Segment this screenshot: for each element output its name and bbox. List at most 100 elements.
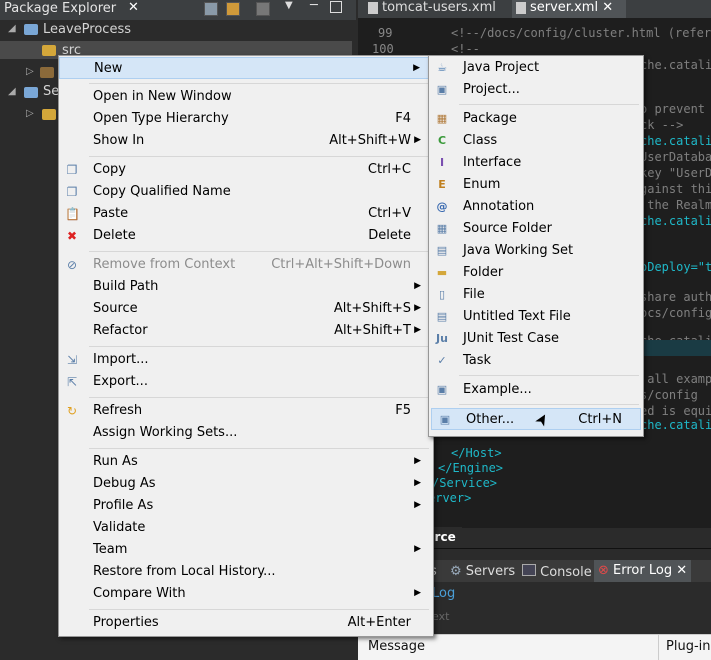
menu-item-label: Open Type Hierarchy xyxy=(93,111,229,126)
new-item-interface[interactable]: I Interface xyxy=(429,152,641,174)
tab-server-xml[interactable]: server.xml ✕ xyxy=(512,0,626,18)
expand-arrow-icon[interactable]: ▷ xyxy=(26,108,34,119)
menu-item-label: Import... xyxy=(93,352,149,367)
menu-item-refactor[interactable]: Refactor Alt+Shift+T ▶ xyxy=(59,320,431,342)
new-item-source-folder[interactable]: ▦ Source Folder xyxy=(429,218,641,240)
xml-file-icon xyxy=(516,1,526,14)
submenu-arrow-icon: ▶ xyxy=(414,281,421,291)
menu-item-validate[interactable]: Validate xyxy=(59,517,431,539)
new-item-project[interactable]: ▣ Project... xyxy=(429,79,641,101)
menu-item-shortcut: Alt+Shift+T xyxy=(334,323,411,338)
menu-item-source[interactable]: Source Alt+Shift+S ▶ xyxy=(59,298,431,320)
menu-item-properties[interactable]: Properties Alt+Enter xyxy=(59,612,431,634)
new-item-annotation[interactable]: @ Annotation xyxy=(429,196,641,218)
tab-error-log[interactable]: ⊗ Error Log ✕ xyxy=(594,560,692,582)
submenu-arrow-icon: ▶ xyxy=(414,456,421,466)
tab-servers[interactable]: ⚙ Servers xyxy=(450,564,515,579)
new-item-folder[interactable]: ▬ Folder xyxy=(429,262,641,284)
menu-item-label: Untitled Text File xyxy=(463,309,571,324)
menu-item-delete[interactable]: ✖ Delete Delete xyxy=(59,225,431,247)
tree-item-servers[interactable]: Se xyxy=(43,84,59,99)
menu-item-refresh[interactable]: ↻ Refresh F5 xyxy=(59,400,431,422)
export-icon: ⇱ xyxy=(66,375,78,389)
menu-item-debug-as[interactable]: Debug As ▶ xyxy=(59,473,431,495)
expand-arrow-icon[interactable]: ◢ xyxy=(8,86,16,97)
menu-item-assign-working-sets[interactable]: Assign Working Sets... xyxy=(59,422,431,444)
menu-item-label: Annotation xyxy=(463,199,535,214)
menu-item-restore-from-local-history[interactable]: Restore from Local History... xyxy=(59,561,431,583)
expand-arrow-icon[interactable]: ▷ xyxy=(26,66,34,77)
submenu-arrow-icon: ▶ xyxy=(414,478,421,488)
link-editor-icon[interactable] xyxy=(226,2,240,16)
new-submenu: ☕ Java Project ▣ Project... ▦ Package C Class I I… xyxy=(428,55,644,437)
menu-separator xyxy=(459,404,639,405)
project-icon: ▣ xyxy=(436,83,448,96)
new-item-untitled-text-file[interactable]: ▤ Untitled Text File xyxy=(429,306,641,328)
menu-item-remove-from-context[interactable]: ⊘ Remove from Context Ctrl+Alt+Shift+Down xyxy=(59,254,431,276)
menu-item-label: Example... xyxy=(463,382,532,397)
tab-label: Servers xyxy=(465,564,516,579)
text-file-icon: ▤ xyxy=(436,310,448,323)
log-table-header: Message Plug-in xyxy=(358,634,711,660)
menu-separator xyxy=(89,346,429,347)
new-item-task[interactable]: ✓ Task xyxy=(429,350,641,372)
menu-separator xyxy=(89,448,429,449)
menu-item-label: Export... xyxy=(93,374,148,389)
menu-item-paste[interactable]: 📋 Paste Ctrl+V xyxy=(59,203,431,225)
maximize-icon[interactable] xyxy=(330,1,342,13)
menu-item-show-in[interactable]: Show In Alt+Shift+W ▶ xyxy=(59,130,431,152)
tab-label: server.xml ✕ xyxy=(530,0,614,15)
menu-item-compare-with[interactable]: Compare With ▶ xyxy=(59,583,431,605)
menu-item-copy-qualified-name[interactable]: ❐ Copy Qualified Name xyxy=(59,181,431,203)
menu-item-label: Profile As xyxy=(93,498,154,513)
view-menu-icon[interactable] xyxy=(256,2,270,16)
menu-item-import[interactable]: ⇲ Import... xyxy=(59,349,431,371)
package-explorer-title[interactable]: Package Explorer xyxy=(4,1,116,16)
filter-text[interactable]: ext xyxy=(432,610,449,623)
menu-item-label: Remove from Context xyxy=(93,257,236,272)
menu-item-team[interactable]: Team ▶ xyxy=(59,539,431,561)
servers-icon: ⚙ xyxy=(450,564,462,579)
column-plugin[interactable]: Plug-in xyxy=(666,639,710,654)
context-menu: New ▶ Open in New Window Open Type Hierarch… xyxy=(58,55,434,637)
new-item-enum[interactable]: E Enum xyxy=(429,174,641,196)
tab-tomcat-users[interactable]: tomcat-users.xml xyxy=(364,0,508,18)
menu-item-run-as[interactable]: Run As ▶ xyxy=(59,451,431,473)
menu-item-label: Enum xyxy=(463,177,501,192)
column-divider xyxy=(658,635,659,660)
new-item-java-working-set[interactable]: ▤ Java Working Set xyxy=(429,240,641,262)
menu-item-label: Debug As xyxy=(93,476,156,491)
code-line: key "UserD xyxy=(640,166,711,180)
new-item-example[interactable]: ▣ Example... xyxy=(429,379,641,401)
view-dropdown-icon[interactable]: ▼ xyxy=(285,0,293,11)
menu-item-label: Open in New Window xyxy=(93,89,232,104)
menu-separator xyxy=(89,251,429,252)
collapse-all-icon[interactable] xyxy=(204,2,218,16)
new-item-class[interactable]: C Class xyxy=(429,130,641,152)
menu-item-shortcut: Alt+Enter xyxy=(347,615,411,630)
tab-label: Console xyxy=(540,565,592,580)
code-line: all examp xyxy=(640,372,711,386)
new-item-junit-test-case[interactable]: Ju JUnit Test Case xyxy=(429,328,641,350)
new-item-file[interactable]: ▯ File xyxy=(429,284,641,306)
package-explorer-close-icon[interactable]: ✕ xyxy=(128,0,139,15)
menu-item-new[interactable]: New ▶ xyxy=(59,57,431,79)
tree-item-leaveprocess[interactable]: LeaveProcess xyxy=(43,22,131,37)
minimize-icon[interactable]: ─ xyxy=(310,0,318,13)
menu-item-export[interactable]: ⇱ Export... xyxy=(59,371,431,393)
menu-item-copy[interactable]: ❐ Copy Ctrl+C xyxy=(59,159,431,181)
menu-item-label: Class xyxy=(463,133,498,148)
menu-item-profile-as[interactable]: Profile As ▶ xyxy=(59,495,431,517)
menu-item-shortcut: Ctrl+N xyxy=(578,412,622,427)
file-icon: ▯ xyxy=(438,288,446,301)
menu-item-open-type-hierarchy[interactable]: Open Type Hierarchy F4 xyxy=(59,108,431,130)
menu-item-label: Package xyxy=(463,111,517,126)
column-message[interactable]: Message xyxy=(368,639,425,654)
menu-item-open-in-new-window[interactable]: Open in New Window xyxy=(59,86,431,108)
new-item-package[interactable]: ▦ Package xyxy=(429,108,641,130)
new-item-java-project[interactable]: ☕ Java Project xyxy=(429,57,641,79)
expand-arrow-icon[interactable]: ◢ xyxy=(8,23,16,34)
menu-item-build-path[interactable]: Build Path ▶ xyxy=(59,276,431,298)
tab-console[interactable]: Console xyxy=(522,564,592,580)
menu-item-label: Run As xyxy=(93,454,138,469)
